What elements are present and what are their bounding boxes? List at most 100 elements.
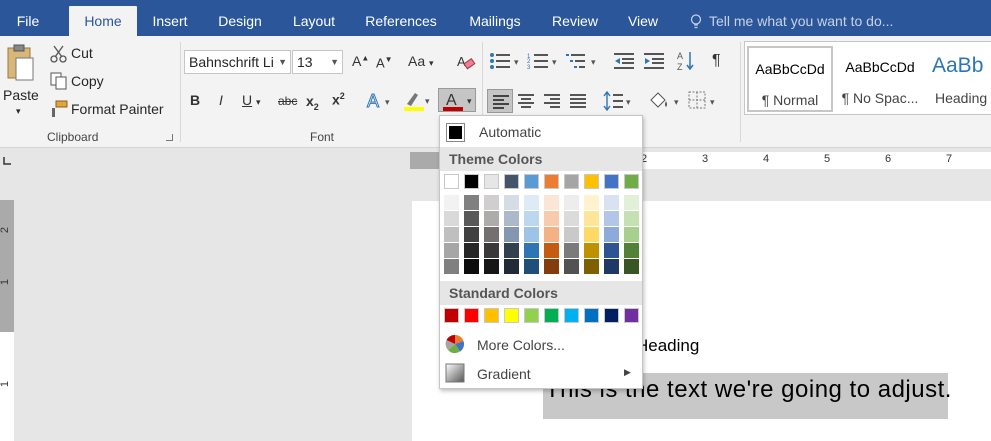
tab-mailings[interactable]: Mailings	[460, 6, 530, 36]
theme-shade-swatch[interactable]	[584, 227, 599, 242]
theme-shade-swatch[interactable]	[484, 243, 499, 258]
theme-shade-swatch[interactable]	[624, 211, 639, 226]
numbering-icon[interactable]: 1 2 3 ▾	[527, 52, 561, 70]
decrease-indent-icon[interactable]	[614, 52, 636, 70]
standard-color-swatch[interactable]	[584, 308, 599, 323]
shading-icon[interactable]: ▾	[648, 90, 682, 112]
paste-icon[interactable]	[5, 44, 35, 84]
theme-shade-swatch[interactable]	[564, 211, 579, 226]
standard-color-swatch[interactable]	[444, 308, 459, 323]
standard-color-swatch[interactable]	[544, 308, 559, 323]
theme-shade-swatch[interactable]	[524, 259, 539, 274]
tab-insert[interactable]: Insert	[145, 6, 195, 36]
tab-home[interactable]: Home	[69, 6, 137, 36]
theme-shade-swatch[interactable]	[524, 195, 539, 210]
tab-review[interactable]: Review	[544, 6, 606, 36]
theme-shade-swatch[interactable]	[604, 259, 619, 274]
increase-indent-icon[interactable]	[644, 52, 666, 70]
theme-shade-swatch[interactable]	[544, 211, 559, 226]
italic-button[interactable]: I	[219, 92, 223, 108]
tab-layout[interactable]: Layout	[284, 6, 344, 36]
theme-shade-swatch[interactable]	[524, 211, 539, 226]
tell-me-search[interactable]: Tell me what you want to do...	[690, 6, 893, 36]
theme-shade-swatch[interactable]	[584, 243, 599, 258]
change-case-button[interactable]: Aa ▾	[408, 53, 434, 69]
copy-button[interactable]: Copy	[71, 73, 104, 89]
theme-color-swatch[interactable]	[544, 174, 559, 189]
theme-shade-swatch[interactable]	[544, 243, 559, 258]
standard-color-swatch[interactable]	[564, 308, 579, 323]
strikethrough-button[interactable]: abc	[278, 94, 297, 108]
theme-shade-swatch[interactable]	[464, 211, 479, 226]
paste-dropdown-arrow[interactable]: ▾	[16, 106, 21, 117]
theme-shade-swatch[interactable]	[484, 227, 499, 242]
theme-color-swatch[interactable]	[444, 174, 459, 189]
theme-color-swatch[interactable]	[564, 174, 579, 189]
theme-shade-swatch[interactable]	[544, 259, 559, 274]
gradient-item[interactable]: Gradient ▶	[440, 360, 642, 388]
theme-shade-swatch[interactable]	[504, 195, 519, 210]
theme-shade-swatch[interactable]	[464, 243, 479, 258]
theme-shade-swatch[interactable]	[444, 195, 459, 210]
theme-shade-swatch[interactable]	[564, 195, 579, 210]
theme-color-swatch[interactable]	[624, 174, 639, 189]
bullets-icon[interactable]: ▾	[489, 52, 523, 70]
theme-shade-swatch[interactable]	[464, 259, 479, 274]
theme-shade-swatch[interactable]	[444, 227, 459, 242]
more-colors-item[interactable]: More Colors...	[440, 330, 642, 358]
show-formatting-marks-button[interactable]: ¶	[712, 52, 721, 70]
tab-view[interactable]: View	[620, 6, 666, 36]
style-normal[interactable]: AaBbCcDd ¶ Normal	[747, 46, 833, 112]
align-center-icon[interactable]	[517, 93, 535, 109]
standard-color-swatch[interactable]	[504, 308, 519, 323]
theme-shade-swatch[interactable]	[624, 195, 639, 210]
multilevel-list-icon[interactable]: ▾	[566, 52, 600, 70]
automatic-color-item[interactable]: Automatic	[440, 118, 642, 146]
font-size-combo[interactable]: 13 ▼	[292, 50, 343, 74]
standard-color-swatch[interactable]	[464, 308, 479, 323]
tab-file[interactable]: File	[8, 6, 48, 36]
font-name-combo[interactable]: Bahnschrift Li ▼	[184, 50, 291, 74]
line-spacing-icon[interactable]: ▾	[603, 91, 635, 111]
theme-shade-swatch[interactable]	[624, 227, 639, 242]
clear-formatting-icon[interactable]: A	[456, 53, 476, 71]
superscript-button[interactable]: x2	[332, 91, 345, 108]
standard-color-swatch[interactable]	[484, 308, 499, 323]
standard-color-swatch[interactable]	[604, 308, 619, 323]
theme-shade-swatch[interactable]	[564, 259, 579, 274]
theme-shade-swatch[interactable]	[544, 227, 559, 242]
tab-design[interactable]: Design	[210, 6, 270, 36]
cut-button[interactable]: Cut	[71, 45, 93, 61]
theme-shade-swatch[interactable]	[444, 211, 459, 226]
underline-button[interactable]: U ▾	[242, 92, 261, 108]
theme-shade-swatch[interactable]	[624, 259, 639, 274]
theme-shade-swatch[interactable]	[504, 227, 519, 242]
theme-shade-swatch[interactable]	[604, 195, 619, 210]
theme-shade-swatch[interactable]	[504, 243, 519, 258]
theme-shade-swatch[interactable]	[604, 227, 619, 242]
theme-color-swatch[interactable]	[604, 174, 619, 189]
subscript-button[interactable]: x2	[306, 93, 319, 112]
justify-icon[interactable]	[569, 93, 587, 109]
theme-shade-swatch[interactable]	[604, 243, 619, 258]
text-effects-icon[interactable]: A ▾	[366, 91, 396, 111]
theme-color-swatch[interactable]	[524, 174, 539, 189]
align-left-button[interactable]	[487, 89, 513, 113]
theme-shade-swatch[interactable]	[504, 211, 519, 226]
vertical-ruler[interactable]: 2 1 1	[0, 200, 14, 441]
theme-shade-swatch[interactable]	[504, 259, 519, 274]
theme-shade-swatch[interactable]	[524, 227, 539, 242]
standard-color-swatch[interactable]	[624, 308, 639, 323]
document-heading[interactable]: Heading	[636, 336, 699, 356]
theme-shade-swatch[interactable]	[464, 195, 479, 210]
theme-shade-swatch[interactable]	[464, 227, 479, 242]
theme-shade-swatch[interactable]	[564, 227, 579, 242]
theme-shade-swatch[interactable]	[584, 211, 599, 226]
borders-icon[interactable]: ▾	[688, 91, 722, 111]
theme-shade-swatch[interactable]	[544, 195, 559, 210]
theme-color-swatch[interactable]	[484, 174, 499, 189]
theme-color-swatch[interactable]	[464, 174, 479, 189]
theme-shade-swatch[interactable]	[444, 243, 459, 258]
font-color-button[interactable]: A ▾	[438, 88, 476, 112]
theme-shade-swatch[interactable]	[484, 195, 499, 210]
